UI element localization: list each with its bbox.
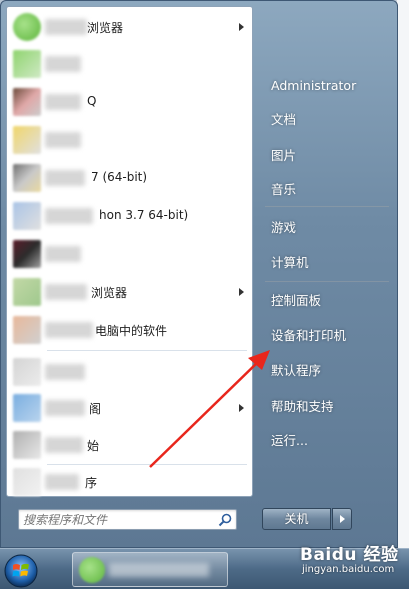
submenu-arrow-icon: [239, 288, 244, 296]
program-item-64bit[interactable]: 7 (64-bit): [7, 161, 252, 195]
blurred-text: [45, 400, 85, 416]
chevron-right-icon: [340, 515, 345, 523]
program-label: 浏览器: [87, 21, 124, 35]
browser-icon: [79, 557, 105, 583]
browser-icon: [13, 13, 41, 41]
program-label: 始: [87, 439, 100, 453]
program-label: Q: [87, 94, 97, 108]
program-label: 7 (64-bit): [91, 170, 148, 184]
right-item-help-support[interactable]: 帮助和支持: [263, 393, 391, 421]
program-icon: [13, 316, 41, 344]
start-orb-icon[interactable]: [3, 553, 39, 589]
program-item-browser-2[interactable]: 浏览器: [7, 275, 252, 309]
right-separator: [265, 281, 389, 282]
blurred-text: [45, 437, 83, 453]
program-icon: [13, 358, 41, 386]
program-item[interactable]: 阁: [7, 391, 252, 425]
program-item[interactable]: 始: [7, 428, 252, 462]
search-box[interactable]: [18, 509, 237, 530]
program-item[interactable]: [7, 237, 252, 271]
program-item[interactable]: [7, 47, 252, 81]
program-item-python[interactable]: hon 3.7 64-bit): [7, 199, 252, 233]
program-icon: [13, 394, 41, 422]
program-item[interactable]: [7, 123, 252, 157]
watermark-brand: Baidu 经验: [300, 545, 399, 565]
submenu-arrow-icon: [239, 404, 244, 412]
taskbar-app-button[interactable]: [72, 552, 228, 587]
right-item-music[interactable]: 音乐: [263, 176, 391, 204]
program-icon: [13, 88, 41, 116]
blurred-text: [45, 284, 87, 300]
right-item-run[interactable]: 运行...: [263, 427, 391, 455]
browser-icon: [13, 278, 41, 306]
program-icon: [13, 240, 41, 268]
programs-pane: 浏览器 Q 7 (64-bit) hon 3.7 64-bit) 浏览器 电脑中…: [6, 6, 253, 497]
blurred-text: [45, 208, 93, 224]
search-icon[interactable]: [218, 513, 232, 527]
program-icon: [13, 164, 41, 192]
program-item-software[interactable]: 电脑中的软件: [7, 313, 252, 347]
start-menu: 浏览器 Q 7 (64-bit) hon 3.7 64-bit) 浏览器 电脑中…: [0, 0, 398, 548]
right-item-administrator[interactable]: Administrator: [263, 72, 391, 100]
right-separator: [265, 206, 389, 207]
right-item-games[interactable]: 游戏: [263, 214, 391, 242]
program-icon: [13, 468, 41, 496]
program-label: 序: [85, 476, 98, 490]
blurred-text: [45, 132, 81, 148]
right-item-devices-printers[interactable]: 设备和打印机: [263, 322, 391, 350]
separator: [47, 350, 247, 351]
program-label: 电脑中的软件: [95, 324, 168, 338]
program-label: 浏览器: [91, 286, 128, 300]
program-item[interactable]: [7, 355, 252, 389]
search-input[interactable]: [23, 511, 213, 528]
blurred-text: [45, 94, 81, 110]
blurred-text: [45, 19, 87, 35]
right-item-default-programs[interactable]: 默认程序: [263, 357, 391, 385]
watermark-url: jingyan.baidu.com: [302, 564, 395, 575]
blurred-text: [45, 170, 85, 186]
blurred-text: [45, 246, 81, 262]
right-item-documents[interactable]: 文档: [263, 106, 391, 134]
blurred-text: [45, 322, 93, 338]
submenu-arrow-icon: [239, 23, 244, 31]
program-label: 阁: [89, 402, 102, 416]
program-icon: [13, 50, 41, 78]
program-item-q[interactable]: Q: [7, 85, 252, 119]
shutdown-options-button[interactable]: [332, 508, 352, 530]
program-icon: [13, 431, 41, 459]
blurred-text: [45, 364, 85, 380]
program-item-browser[interactable]: 浏览器: [7, 10, 252, 44]
blurred-text: [45, 474, 79, 490]
blurred-text: [45, 56, 81, 72]
right-item-control-panel[interactable]: 控制面板: [263, 287, 391, 315]
watermark: Baidu 经验 jingyan.baidu.com: [300, 540, 400, 584]
right-item-computer[interactable]: 计算机: [263, 249, 391, 277]
blurred-text: [109, 563, 209, 577]
program-icon: [13, 126, 41, 154]
program-item[interactable]: 序: [7, 465, 252, 499]
python-icon: [13, 202, 41, 230]
right-item-pictures[interactable]: 图片: [263, 142, 391, 170]
program-label: hon 3.7 64-bit): [99, 208, 189, 222]
shutdown-button[interactable]: 关机: [262, 508, 331, 530]
